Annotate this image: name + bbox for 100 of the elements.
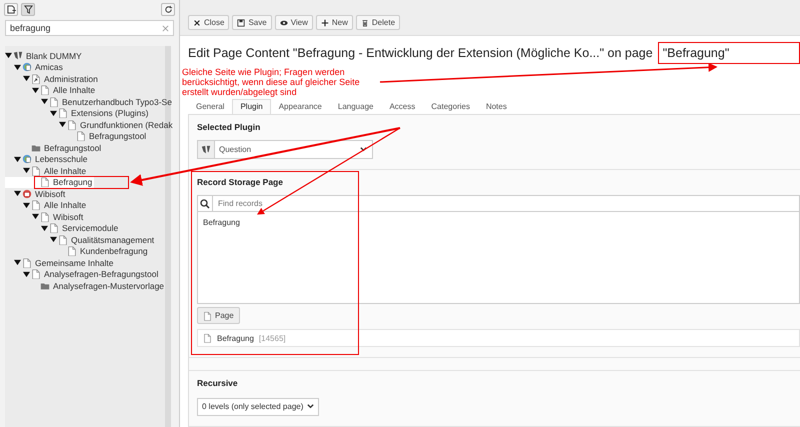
record-title: Befragung	[217, 334, 254, 342]
logo-icon	[201, 144, 211, 154]
expand-toggle-icon[interactable]	[5, 52, 12, 60]
tree-item[interactable]: Analysefragen-Mustervorlage	[5, 280, 166, 292]
expand-toggle-icon[interactable]	[50, 236, 57, 244]
tab[interactable]: Appearance	[270, 99, 330, 114]
page-title: Edit Page Content "Befragung - Entwicklung der Extension (Mögliche Ko..." on page	[188, 46, 653, 60]
toolbar-button[interactable]: View	[274, 15, 313, 30]
page-icon	[31, 200, 41, 210]
list-item[interactable]: Befragung	[203, 217, 240, 228]
eye-icon	[280, 18, 288, 26]
filter-icon	[24, 4, 32, 14]
page-icon	[76, 131, 86, 142]
tree-item[interactable]: Befragungstool	[5, 142, 104, 154]
filter-button[interactable]	[21, 2, 35, 16]
tree-item[interactable]: Administration	[5, 73, 100, 84]
expand-toggle-icon[interactable]	[14, 156, 21, 163]
tree-item[interactable]: Qualitätsmanagement	[5, 234, 156, 246]
search-icon	[200, 198, 210, 208]
tree-item[interactable]: Grundfunktionen (Redak	[5, 119, 175, 130]
expand-toggle-icon[interactable]	[14, 259, 21, 266]
page-icon	[67, 120, 77, 130]
page-icon	[40, 212, 50, 222]
tree-item[interactable]: Extensions (Plugins)	[5, 108, 150, 119]
page-icon	[31, 269, 41, 280]
globe-page-icon	[22, 154, 32, 164]
tree-item[interactable]: Alle Inhalte	[5, 84, 98, 96]
expand-toggle-icon[interactable]	[50, 110, 57, 117]
plugin-select[interactable]: Question	[197, 140, 373, 159]
tab[interactable]: Language	[330, 99, 382, 114]
tree-item[interactable]: Amicas	[5, 62, 65, 73]
new-page-button[interactable]	[4, 2, 18, 16]
tree-item[interactable]: Benutzerhandbuch Typo3-Se	[5, 96, 174, 108]
refresh-button[interactable]	[161, 2, 175, 16]
search-button[interactable]	[197, 195, 213, 212]
page-icon	[67, 246, 77, 256]
page-icon	[58, 108, 68, 118]
page-icon	[40, 177, 50, 188]
toolbar-button[interactable]: Close	[188, 15, 230, 30]
globe-page-icon	[22, 62, 32, 72]
toolbar-button[interactable]: New	[316, 15, 353, 30]
tree-item[interactable]: Servicemodule	[5, 222, 120, 234]
search-field[interactable]: befragung	[5, 20, 174, 36]
tab[interactable]: Plugin	[232, 99, 271, 114]
plus-icon	[320, 18, 329, 26]
page-icon	[58, 234, 68, 245]
shortcut-page-icon	[31, 74, 41, 84]
page-icon	[22, 258, 32, 268]
annotation-note: Gleiche Seite wie Plugin; Fragen werden berücksichtigt, wenn diese auf gleicher Seite erstellt wurden/abgelegt sind	[182, 67, 360, 97]
page-icon	[31, 166, 41, 176]
tree-item[interactable]: Kundenbefragung	[5, 246, 150, 257]
caret-icon	[307, 403, 314, 410]
expand-toggle-icon[interactable]	[23, 167, 30, 174]
record-id: [14565]	[258, 334, 286, 342]
new-page-icon	[6, 4, 16, 14]
expand-toggle-icon[interactable]	[41, 98, 48, 106]
toolbar-button[interactable]: Delete	[356, 15, 400, 30]
find-records-field[interactable]: Find records	[213, 195, 800, 212]
field-label: Recursive	[197, 378, 239, 388]
expand-toggle-icon[interactable]	[14, 64, 21, 71]
tree-item[interactable]: Alle Inhalte	[5, 165, 88, 176]
caret-icon	[360, 146, 367, 153]
tree-item[interactable]: Blank DUMMY	[5, 50, 84, 62]
expand-toggle-icon[interactable]	[23, 202, 30, 209]
clear-icon[interactable]	[162, 24, 169, 32]
expand-toggle-icon[interactable]	[23, 75, 30, 82]
tab[interactable]: Notes	[478, 99, 515, 114]
close-icon	[193, 18, 201, 26]
tab[interactable]: General	[188, 99, 232, 114]
field-label: Record Storage Page	[197, 177, 284, 187]
page-icon	[203, 310, 212, 320]
expand-toggle-icon[interactable]	[14, 190, 21, 198]
tree-item[interactable]: Alle Inhalte	[5, 200, 88, 211]
field-label: Selected Plugin	[197, 122, 262, 132]
recursive-select[interactable]: 0 levels (only selected page)	[197, 398, 320, 416]
tree-item[interactable]: Analysefragen-Befragungstool	[5, 268, 160, 280]
folder-icon	[31, 142, 41, 153]
page-button[interactable]: Page	[197, 307, 240, 324]
expand-toggle-icon[interactable]	[32, 213, 39, 220]
toolbar-button[interactable]: Save	[232, 15, 272, 30]
expand-toggle-icon[interactable]	[41, 224, 48, 232]
tab[interactable]: Access	[381, 99, 424, 114]
page-icon	[49, 96, 59, 107]
tree-item[interactable]: Gemeinsame Inhalte	[5, 257, 116, 268]
tree-item[interactable]: Lebensschule	[5, 154, 90, 165]
globe-page-icon	[22, 188, 32, 199]
tab[interactable]: Categories	[423, 99, 478, 114]
tree-item[interactable]: Befragungstool	[5, 130, 148, 142]
expand-toggle-icon[interactable]	[59, 121, 66, 128]
tree-item[interactable]: Wibisoft	[5, 188, 68, 200]
logo-icon	[13, 50, 23, 61]
folder-icon	[40, 280, 50, 291]
tree-item[interactable]: Wibisoft	[5, 211, 86, 222]
page-icon	[40, 85, 50, 96]
expand-toggle-icon[interactable]	[23, 270, 30, 278]
expand-toggle-icon[interactable]	[32, 86, 39, 94]
page-icon	[203, 333, 212, 343]
refresh-icon	[164, 4, 172, 14]
trash-icon	[360, 18, 369, 26]
page-title-name: "Befragung"	[658, 42, 800, 64]
